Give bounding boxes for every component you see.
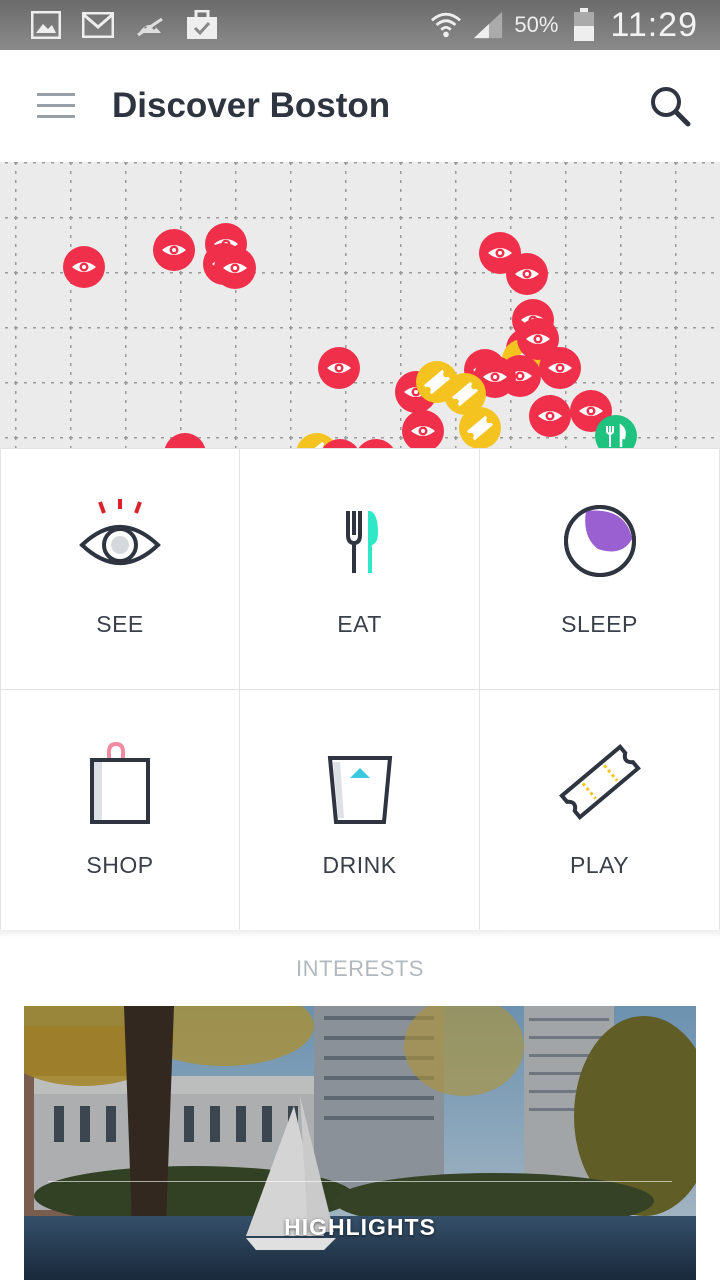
glass-icon: [318, 740, 402, 824]
category-label: DRINK: [322, 852, 397, 878]
signal-icon: [472, 10, 504, 40]
ticket-icon: [558, 740, 642, 824]
app-bar: Discover Boston: [0, 50, 720, 162]
hamburger-menu-icon: [37, 93, 75, 118]
search-button[interactable]: [620, 50, 720, 162]
category-label: PLAY: [569, 852, 630, 878]
search-icon: [651, 87, 691, 127]
map-pin-see[interactable]: [318, 347, 360, 389]
page-title: Discover Boston: [112, 86, 391, 125]
map-pin-see[interactable]: [153, 229, 195, 271]
category-label: SHOP: [86, 852, 154, 878]
category-label: EAT: [337, 611, 382, 637]
menu-button[interactable]: [0, 50, 112, 162]
battery-icon: [568, 8, 600, 41]
map-pin-see[interactable]: [539, 347, 581, 389]
card-divider: [48, 1181, 672, 1182]
divider: [0, 930, 720, 938]
interests-heading: INTERESTS: [296, 956, 424, 981]
gmail-icon: [82, 10, 114, 40]
clock: 11:29: [610, 5, 698, 44]
fork-knife-icon: [318, 499, 402, 583]
status-bar: 50% 11:29: [0, 0, 720, 50]
gallery-icon: [30, 10, 62, 40]
map-pin-see[interactable]: [506, 253, 548, 295]
category-play[interactable]: PLAY: [480, 690, 720, 931]
category-eat[interactable]: EAT: [240, 449, 480, 690]
map-pin-see[interactable]: [63, 246, 105, 288]
card-label: HIGHLIGHTS: [284, 1214, 436, 1240]
category-label: SLEEP: [561, 611, 638, 637]
map-canvas[interactable]: [0, 162, 720, 448]
category-sleep[interactable]: SLEEP: [480, 449, 720, 690]
category-see[interactable]: SEE: [0, 449, 240, 690]
briefcase-check-icon: [186, 10, 218, 40]
map-pin-see[interactable]: [214, 247, 256, 289]
android-debug-icon: [134, 10, 166, 40]
category-drink[interactable]: DRINK: [240, 690, 480, 931]
category-shop[interactable]: SHOP: [0, 690, 240, 931]
map-pin-play[interactable]: [459, 407, 501, 448]
category-label: SEE: [96, 611, 144, 637]
battery-percent: 50%: [514, 12, 559, 37]
eye-icon: [78, 499, 162, 583]
map-pin-see[interactable]: [529, 395, 571, 437]
moon-icon: [558, 499, 642, 583]
map-view[interactable]: [0, 162, 720, 448]
interest-card-highlights[interactable]: HIGHLIGHTS: [24, 1006, 696, 1280]
wifi-icon: [430, 10, 462, 40]
category-grid: SEE EAT SLEEP SHOP DRINK PLAY: [0, 448, 720, 931]
shopping-bag-icon: [78, 740, 162, 824]
